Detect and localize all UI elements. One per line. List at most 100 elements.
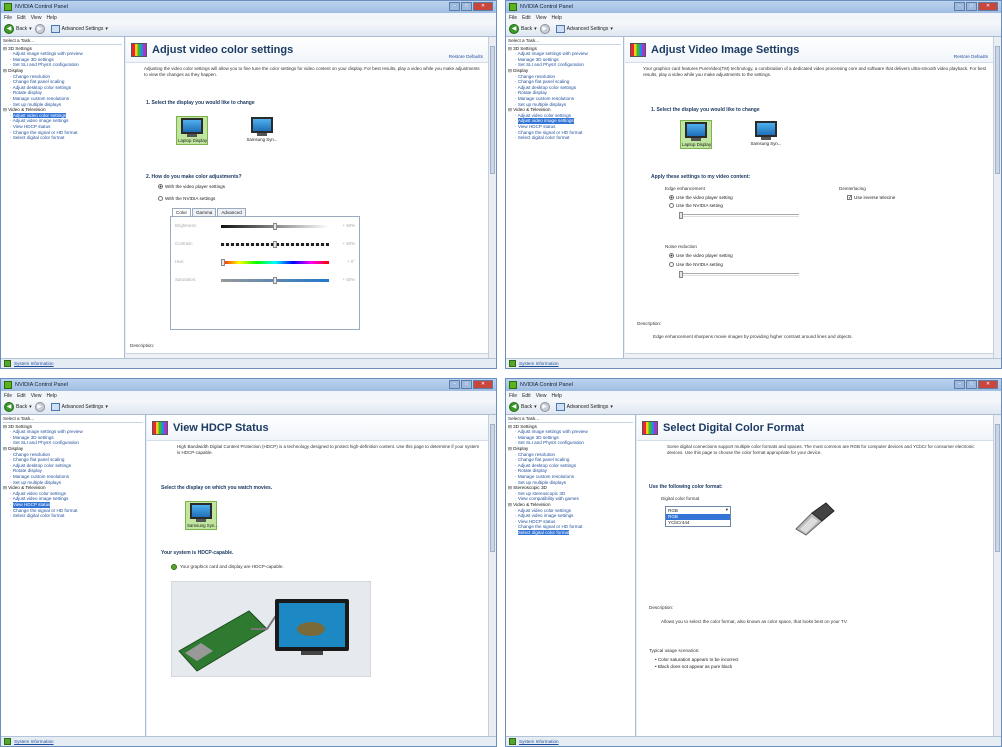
system-information-link[interactable]: System Information xyxy=(14,361,54,366)
menu-view[interactable]: View xyxy=(31,393,42,399)
close-button[interactable]: ✕ xyxy=(473,380,493,389)
tree-item-label: Manage 3D settings xyxy=(517,434,559,440)
forward-button[interactable]: ▶ xyxy=(539,24,550,34)
menu-help[interactable]: Help xyxy=(551,393,561,399)
menu-help[interactable]: Help xyxy=(46,393,56,399)
title-bar: NVIDIA Control Panel – □ ✕ xyxy=(1,1,496,13)
vertical-scrollbar[interactable] xyxy=(993,415,1001,736)
back-button[interactable]: ◀ Back ▾ xyxy=(509,24,537,34)
close-button[interactable]: ✕ xyxy=(978,2,998,11)
tree-item-label: Manage custom resolutions xyxy=(517,95,574,101)
tree-item-label: Video & Television xyxy=(513,501,551,507)
maximize-button[interactable]: □ xyxy=(966,2,977,11)
advanced-settings-label: Advanced Settings xyxy=(61,26,104,32)
tree-item-label: Change resolution xyxy=(517,73,556,79)
tree-item[interactable]: · Select digital color format xyxy=(3,513,143,519)
color-settings-icon xyxy=(131,42,147,57)
forward-button[interactable]: ▶ xyxy=(539,402,550,412)
tree-item-label: Adjust video color settings xyxy=(12,490,66,496)
tree-item[interactable]: · Select digital color format xyxy=(508,135,621,141)
maximize-button[interactable]: □ xyxy=(966,380,977,389)
noise-radio-nvidia[interactable]: Use the NVIDIA setting xyxy=(669,262,723,267)
vertical-scrollbar[interactable] xyxy=(488,415,496,736)
tree-item-label: Adjust image settings with preview xyxy=(517,51,588,57)
menu-file[interactable]: File xyxy=(4,15,12,21)
tab-advanced[interactable]: Advanced xyxy=(217,208,246,216)
advanced-settings-button[interactable]: Advanced Settings ▾ xyxy=(555,25,613,33)
minimize-button[interactable]: – xyxy=(449,380,460,389)
status-bar: System Information xyxy=(506,736,1001,746)
advanced-settings-button[interactable]: Advanced Settings ▾ xyxy=(50,403,108,411)
minimize-button[interactable]: – xyxy=(449,2,460,11)
forward-button[interactable]: ▶ xyxy=(34,402,45,412)
hdcp-icon xyxy=(152,420,168,435)
close-button[interactable]: ✕ xyxy=(978,380,998,389)
display-samsung[interactable]: Samsung Syn... xyxy=(185,501,218,530)
option-ycbcr444[interactable]: YCbCr444 xyxy=(666,520,730,526)
back-button[interactable]: ◀ Back ▾ xyxy=(4,24,32,34)
back-button[interactable]: ◀ Back ▾ xyxy=(509,402,537,412)
minimize-button[interactable]: – xyxy=(954,2,965,11)
view-icon xyxy=(555,403,565,411)
page-title: Adjust video color settings xyxy=(152,43,294,56)
edge-radio-nvidia[interactable]: Use the NVIDIA setting xyxy=(669,203,723,208)
menu-edit[interactable]: Edit xyxy=(522,393,531,399)
tree-item-label: Adjust video image settings xyxy=(12,118,69,124)
tree-item[interactable]: · Select digital color format xyxy=(3,135,122,141)
color-format-dropdown[interactable]: RGB RGB YCbCr444 xyxy=(665,506,731,527)
menu-file[interactable]: File xyxy=(4,393,12,399)
close-button[interactable]: ✕ xyxy=(473,2,493,11)
display-samsung[interactable]: Samsung Syn... xyxy=(750,121,782,146)
menu-view[interactable]: View xyxy=(31,15,42,21)
noise-radio-player[interactable]: Use the video player setting xyxy=(669,253,733,258)
radio-nvidia-settings[interactable]: With the NVIDIA settings xyxy=(158,196,215,201)
tree-item-label: Adjust video image settings xyxy=(12,496,69,502)
menu-edit[interactable]: Edit xyxy=(522,15,531,21)
edge-slider[interactable] xyxy=(679,212,799,219)
menu-help[interactable]: Help xyxy=(551,15,561,21)
inverse-telecine-checkbox[interactable]: ✓ Use inverse telecine xyxy=(847,195,895,201)
radio-video-player[interactable]: With the video player settings xyxy=(158,184,225,189)
system-info-icon xyxy=(4,360,11,367)
display-laptop[interactable]: Laptop Display xyxy=(176,116,208,145)
brightness-slider[interactable] xyxy=(221,223,329,230)
tree-item[interactable]: · Select digital color format xyxy=(508,529,633,536)
system-information-link[interactable]: System Information xyxy=(519,361,559,366)
advanced-settings-button[interactable]: Advanced Settings ▾ xyxy=(50,25,108,33)
minimize-button[interactable]: – xyxy=(954,380,965,389)
radio-label: With the NVIDIA settings xyxy=(165,196,216,201)
hue-slider[interactable] xyxy=(221,259,329,266)
saturation-slider[interactable] xyxy=(221,277,329,284)
system-information-link[interactable]: System Information xyxy=(519,739,559,744)
system-information-link[interactable]: System Information xyxy=(14,739,54,744)
restore-defaults-link[interactable]: Restore Defaults xyxy=(954,54,988,59)
menu-edit[interactable]: Edit xyxy=(17,393,26,399)
tree-item-label: Change flat panel scaling xyxy=(12,79,65,85)
dropdown-selected[interactable]: RGB xyxy=(666,507,730,514)
edge-radio-player[interactable]: Use the video player setting xyxy=(669,195,733,200)
menu-view[interactable]: View xyxy=(536,15,547,21)
tree-item-label: Manage custom resolutions xyxy=(517,473,574,479)
content-pane: Select Digital Color Format Some digital… xyxy=(637,415,993,736)
tree-item-label: Manage 3D settings xyxy=(517,56,559,62)
vertical-scrollbar[interactable] xyxy=(993,37,1001,358)
display-laptop[interactable]: Laptop Display xyxy=(680,120,712,149)
tab-color[interactable]: Color xyxy=(172,208,191,216)
menu-view[interactable]: View xyxy=(536,393,547,399)
menu-edit[interactable]: Edit xyxy=(17,15,26,21)
advanced-settings-button[interactable]: Advanced Settings ▾ xyxy=(555,403,613,411)
restore-defaults-link[interactable]: Restore Defaults xyxy=(449,54,483,59)
back-button[interactable]: ◀ Back ▾ xyxy=(4,402,32,412)
tab-gamma[interactable]: Gamma xyxy=(191,208,217,216)
contrast-slider[interactable] xyxy=(221,241,329,248)
menu-file[interactable]: File xyxy=(509,15,517,21)
maximize-button[interactable]: □ xyxy=(461,2,472,11)
menu-file[interactable]: File xyxy=(509,393,517,399)
maximize-button[interactable]: □ xyxy=(461,380,472,389)
tree-item-label: Adjust video color settings xyxy=(517,507,571,513)
forward-button[interactable]: ▶ xyxy=(34,24,45,34)
vertical-scrollbar[interactable] xyxy=(488,37,496,358)
display-samsung[interactable]: Samsung Syn... xyxy=(246,117,278,142)
noise-slider[interactable] xyxy=(679,271,799,278)
menu-help[interactable]: Help xyxy=(46,15,56,21)
